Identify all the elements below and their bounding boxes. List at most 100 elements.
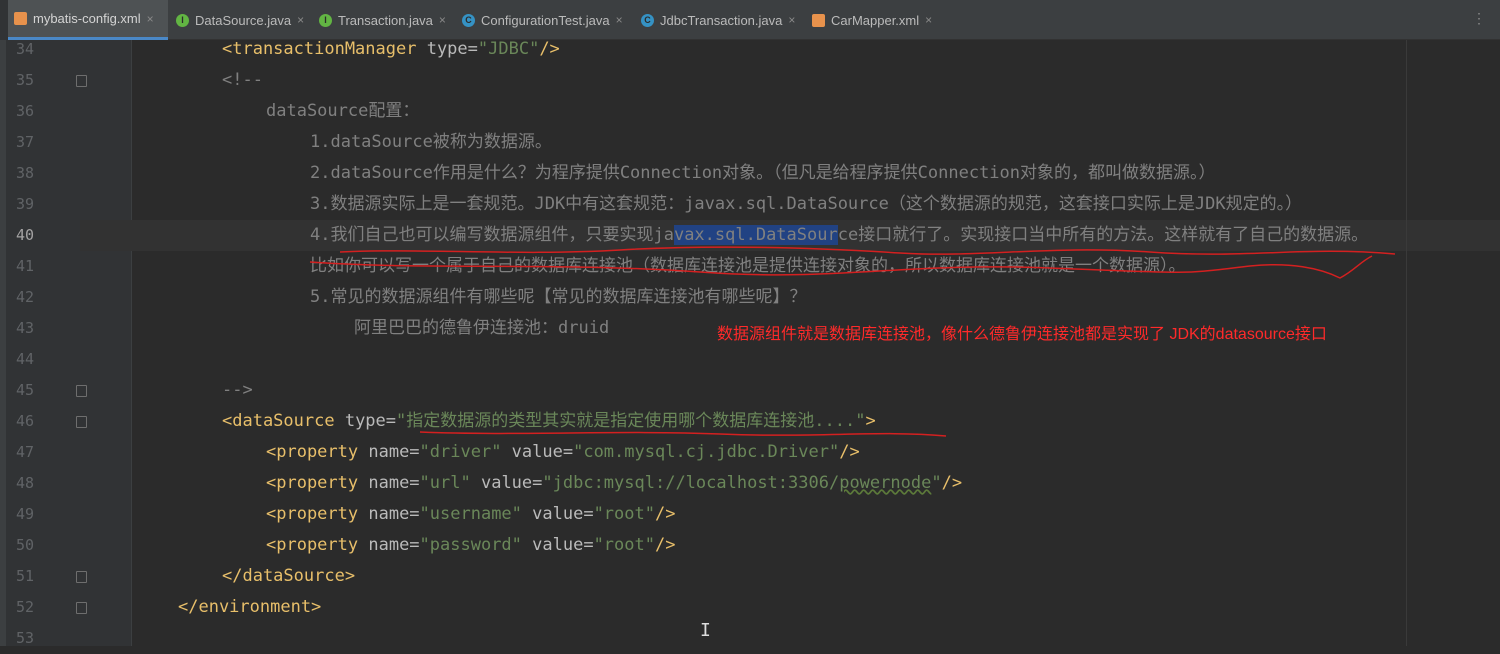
line-number: 34 [15,40,34,58]
fold-toggle-icon[interactable] [76,385,87,397]
line-number: 45 [15,381,34,399]
code-line-52[interactable]: </environment> [178,592,321,623]
code-line-38[interactable]: 2.dataSource作用是什么？为程序提供Connection对象。（但凡是… [310,158,1216,189]
xml-attribute: name= [358,504,420,524]
xml-tag: <property [266,473,359,493]
class-icon: C [462,13,475,27]
tab-label: Transaction.java [338,12,433,28]
close-icon[interactable]: × [616,13,623,27]
line-number: 38 [15,164,34,182]
tab-label: JdbcTransaction.java [660,12,783,28]
spellcheck-warning: powernode [839,473,932,493]
tab-jdbctransaction-java[interactable]: C JdbcTransaction.java × [635,0,805,40]
line-number: 50 [15,536,34,554]
more-tabs-icon[interactable]: ⋮ [1472,10,1486,27]
line-number: 36 [15,102,34,120]
xml-attribute: type= [416,39,478,59]
xml-tag: /> [539,39,560,59]
xml-attribute: value= [521,504,594,524]
line-number: 44 [15,350,34,368]
code-line-39[interactable]: 3.数据源实际上是一套规范。JDK中有这套规范：javax.sql.DataSo… [310,189,1302,220]
line-number: 52 [15,598,34,616]
code-line-42[interactable]: 5.常见的数据源组件有哪些呢【常见的数据库连接池有哪些呢】？ [310,282,806,313]
xml-file-icon [812,13,825,27]
line-number-current: 40 [15,226,34,244]
xml-tag: /> [654,535,676,555]
xml-tag: <property [266,442,359,462]
handwritten-annotation: 数据源组件就是数据库连接池，像什么德鲁伊连接池都是实现了 JDK的datasou… [717,326,1327,343]
code-line-43[interactable]: 阿里巴巴的德鲁伊连接池：druid [354,313,609,344]
xml-tag: <transactionManager [222,39,417,59]
xml-tag: > [865,411,876,431]
xml-value: "username" [419,504,522,524]
code-line-35[interactable]: <!-- [222,65,263,96]
xml-tag: /> [941,473,963,493]
xml-tag: <property [266,535,359,555]
code-line-46[interactable]: <dataSource type="指定数据源的类型其实就是指定使用哪个数据库连… [222,406,876,437]
right-margin-guide [1406,40,1407,646]
xml-value: "JDBC" [477,39,540,59]
xml-value: "root" [593,504,655,524]
fold-toggle-icon[interactable] [76,571,87,583]
xml-attribute: type= [334,411,397,431]
fold-toggle-icon[interactable] [76,416,87,428]
xml-attribute: name= [358,535,420,555]
xml-attribute: name= [358,442,420,462]
line-number: 41 [15,257,34,275]
close-icon[interactable]: × [147,12,154,26]
interface-icon: I [319,13,332,27]
line-number: 37 [15,133,34,151]
tab-carmapper-xml[interactable]: CarMapper.xml × [806,0,946,40]
line-number: 42 [15,288,34,306]
code-line-36[interactable]: dataSource配置： [266,96,419,127]
close-icon[interactable]: × [925,13,932,27]
xml-value: "jdbc:mysql://localhost:3306/ [542,473,840,493]
xml-value: "root" [593,535,655,555]
xml-value: "driver" [419,442,502,462]
code-line-47[interactable]: <property name="driver" value="com.mysql… [266,437,860,468]
gutter-strip [0,40,6,646]
code-line-48[interactable]: <property name="url" value="jdbc:mysql:/… [266,468,962,499]
tab-label: DataSource.java [195,12,292,28]
tool-window-strip [0,0,8,40]
xml-attribute: value= [470,473,543,493]
line-number: 51 [15,567,34,585]
code-line-49[interactable]: <property name="username" value="root"/> [266,499,675,530]
xml-attribute: value= [521,535,594,555]
xml-value: " [931,473,942,493]
line-number: 53 [15,629,34,647]
xml-attribute: value= [501,442,574,462]
tab-label: ConfigurationTest.java [481,12,610,28]
tab-label: mybatis-config.xml [33,11,141,26]
line-number: 39 [15,195,34,213]
xml-value: "url" [419,473,471,493]
text-cursor-icon: I [700,620,711,641]
code-line-51[interactable]: </dataSource> [222,561,355,592]
line-number: 46 [15,412,34,430]
xml-value: "password" [419,535,522,555]
interface-icon: I [176,13,189,27]
line-number: 47 [15,443,34,461]
code-line-40[interactable]: 4.我们自己也可以编写数据源组件，只要实现javax.sql.DataSourc… [310,220,1368,251]
line-number: 43 [15,319,34,337]
code-line-45[interactable]: --> [222,375,253,406]
text-selection: vax.sql.DataSour [673,225,838,245]
close-icon[interactable]: × [297,13,304,27]
close-icon[interactable]: × [788,13,795,27]
xml-value: "指定数据源的类型其实就是指定使用哪个数据库连接池...." [396,411,866,431]
class-icon: C [641,13,654,27]
tab-label: CarMapper.xml [831,12,920,28]
code-line-50[interactable]: <property name="password" value="root"/> [266,530,675,561]
xml-value: "com.mysql.cj.jdbc.Driver" [573,442,840,462]
code-text: 4.我们自己也可以编写数据源组件，只要实现ja [310,225,674,245]
code-line-34[interactable]: <transactionManager type="JDBC"/> [222,34,560,65]
line-number: 49 [15,505,34,523]
code-line-37[interactable]: 1.dataSource被称为数据源。 [310,127,552,158]
fold-toggle-icon[interactable] [76,602,87,614]
fold-toggle-icon[interactable] [76,75,87,87]
close-icon[interactable]: × [439,13,446,27]
xml-attribute: name= [358,473,420,493]
xml-tag: <dataSource [222,411,335,431]
code-line-41[interactable]: 比如你可以写一个属于自己的数据库连接池（数据库连接池是提供连接对象的，所以数据库… [310,251,1186,282]
xml-tag: /> [839,442,860,462]
